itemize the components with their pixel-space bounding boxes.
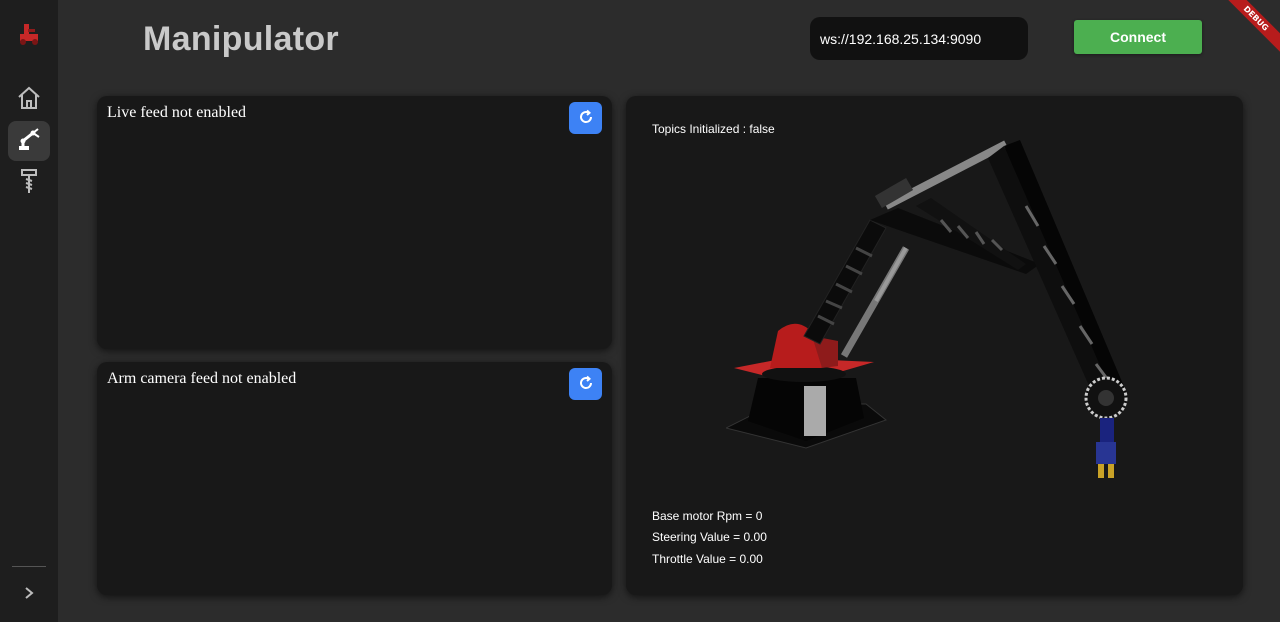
refresh-icon: [578, 375, 594, 394]
throttle-value-text: Throttle Value = 0.00: [652, 552, 763, 566]
debug-label: DEBUG: [1220, 0, 1280, 59]
arm-camera-feed-alt-text: Arm camera feed not enabled: [107, 370, 297, 387]
debug-banner: DEBUG: [1220, 0, 1280, 60]
robot-arm-icon: [15, 125, 43, 158]
steering-value-text: Steering Value = 0.00: [652, 530, 767, 544]
sidebar-item-manipulator[interactable]: [8, 121, 50, 161]
robot-arm-3d-model: [726, 140, 1128, 478]
sidebar: [0, 0, 58, 622]
sidebar-item-home[interactable]: [8, 80, 50, 120]
sidebar-expand-button[interactable]: [18, 584, 40, 606]
page-title: Manipulator: [143, 20, 339, 58]
base-motor-rpm-text: Base motor Rpm = 0: [652, 509, 763, 523]
sidebar-item-drill[interactable]: [8, 163, 50, 203]
live-feed-image: Live feed not enabled: [105, 104, 246, 122]
arm-model-panel: Topics Initialized : false Base motor Rp…: [626, 96, 1243, 595]
live-feed-refresh-button[interactable]: [569, 102, 602, 134]
refresh-icon: [578, 109, 594, 128]
arm-camera-refresh-button[interactable]: [569, 368, 602, 400]
topics-status-text: Topics Initialized : false: [652, 122, 775, 136]
live-feed-panel: Live feed not enabled: [97, 96, 612, 349]
rover-logo-icon: [16, 20, 42, 46]
chevron-right-icon: [22, 586, 36, 605]
home-icon: [16, 85, 42, 116]
sidebar-divider: [12, 566, 46, 567]
live-feed-alt-text: Live feed not enabled: [107, 104, 247, 121]
arm-camera-feed-image: Arm camera feed not enabled: [105, 370, 296, 388]
arm-camera-feed-panel: Arm camera feed not enabled: [97, 362, 612, 595]
connection-url-input[interactable]: [810, 17, 1028, 60]
connect-button[interactable]: Connect: [1074, 20, 1202, 54]
drill-icon: [17, 167, 41, 200]
